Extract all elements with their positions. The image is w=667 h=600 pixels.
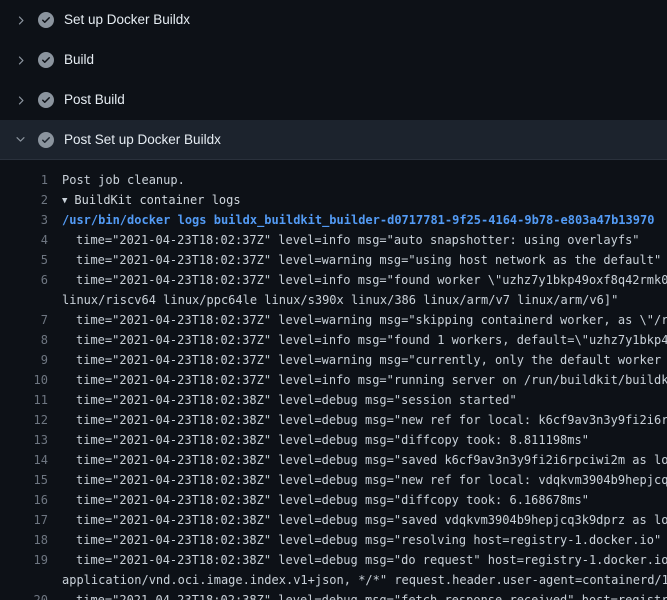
line-number: [0, 290, 48, 310]
check-circle-icon: [38, 92, 54, 108]
log-row: 12 time="2021-04-23T18:02:38Z" level=debu…: [0, 410, 667, 430]
check-circle-icon: [38, 12, 54, 28]
line-number[interactable]: 17: [0, 510, 48, 530]
log-text: time="2021-04-23T18:02:38Z" level=debug …: [62, 590, 667, 600]
log-text: time="2021-04-23T18:02:38Z" level=debug …: [62, 530, 661, 550]
log-text: time="2021-04-23T18:02:37Z" level=warnin…: [62, 350, 667, 370]
log-row: 18 time="2021-04-23T18:02:38Z" level=debu…: [0, 530, 667, 550]
line-number[interactable]: 6: [0, 270, 48, 290]
log-row: 8 time="2021-04-23T18:02:37Z" level=info …: [0, 330, 667, 350]
log-text: time="2021-04-23T18:02:38Z" level=debug …: [62, 490, 589, 510]
step-header-build[interactable]: Build: [0, 40, 667, 80]
log-row: linux/riscv64 linux/ppc64le linux/s390x …: [0, 290, 667, 310]
log-text: application/vnd.oci.image.index.v1+json,…: [62, 570, 667, 590]
check-circle-icon: [38, 132, 54, 148]
group-label: BuildKit container logs: [74, 193, 240, 207]
log-row: 10 time="2021-04-23T18:02:37Z" level=info…: [0, 370, 667, 390]
log-row: 16 time="2021-04-23T18:02:38Z" level=debu…: [0, 490, 667, 510]
log-group-row: 2 ▼ BuildKit container logs: [0, 190, 667, 210]
log-row: 7 time="2021-04-23T18:02:37Z" level=warni…: [0, 310, 667, 330]
log-text: Post job cleanup.: [62, 170, 185, 190]
log-text: time="2021-04-23T18:02:38Z" level=debug …: [62, 510, 667, 530]
line-number[interactable]: 18: [0, 530, 48, 550]
chevron-right-icon: [12, 52, 28, 68]
line-number[interactable]: 3: [0, 210, 48, 230]
log-text: time="2021-04-23T18:02:38Z" level=debug …: [62, 470, 667, 490]
step-label: Post Set up Docker Buildx: [64, 130, 221, 150]
log-text: time="2021-04-23T18:02:38Z" level=debug …: [62, 430, 589, 450]
line-number[interactable]: 8: [0, 330, 48, 350]
log-row: 1 Post job cleanup.: [0, 170, 667, 190]
step-header-set-up-docker-buildx[interactable]: Set up Docker Buildx: [0, 0, 667, 40]
line-number[interactable]: 1: [0, 170, 48, 190]
command-text: /usr/bin/docker logs buildx_buildkit_bui…: [62, 210, 654, 230]
line-number[interactable]: 4: [0, 230, 48, 250]
log-row: 14 time="2021-04-23T18:02:38Z" level=debu…: [0, 450, 667, 470]
log-text: time="2021-04-23T18:02:38Z" level=debug …: [62, 390, 517, 410]
line-number[interactable]: 7: [0, 310, 48, 330]
log-row: 3/usr/bin/docker logs buildx_buildkit_bu…: [0, 210, 667, 230]
step-label: Post Build: [64, 90, 125, 110]
log-text: time="2021-04-23T18:02:37Z" level=info m…: [62, 330, 667, 350]
line-number[interactable]: 19: [0, 550, 48, 570]
line-number: [0, 570, 48, 590]
line-number[interactable]: 10: [0, 370, 48, 390]
log-text: time="2021-04-23T18:02:37Z" level=info m…: [62, 230, 640, 250]
chevron-right-icon: [12, 12, 28, 28]
log-row: 13 time="2021-04-23T18:02:38Z" level=debu…: [0, 430, 667, 450]
line-number[interactable]: 20: [0, 590, 48, 600]
log-row: 11 time="2021-04-23T18:02:38Z" level=debu…: [0, 390, 667, 410]
check-circle-icon: [38, 52, 54, 68]
group-toggle-icon[interactable]: ▼: [62, 191, 67, 210]
log-text: time="2021-04-23T18:02:38Z" level=debug …: [62, 410, 667, 430]
line-number[interactable]: 12: [0, 410, 48, 430]
log-row: 6 time="2021-04-23T18:02:37Z" level=info …: [0, 270, 667, 290]
log-text: time="2021-04-23T18:02:37Z" level=info m…: [62, 370, 667, 390]
log-text: time="2021-04-23T18:02:37Z" level=warnin…: [62, 310, 667, 330]
step-label: Set up Docker Buildx: [64, 10, 190, 30]
log-text: time="2021-04-23T18:02:38Z" level=debug …: [62, 450, 667, 470]
job-steps-list: Set up Docker Buildx Build Post Build Post …: [0, 0, 667, 160]
line-number[interactable]: 14: [0, 450, 48, 470]
log-row: 20 time="2021-04-23T18:02:38Z" level=debu…: [0, 590, 667, 600]
log-text: time="2021-04-23T18:02:37Z" level=info m…: [62, 270, 667, 290]
log-row: 15 time="2021-04-23T18:02:38Z" level=debu…: [0, 470, 667, 490]
log-row: 9 time="2021-04-23T18:02:37Z" level=warni…: [0, 350, 667, 370]
line-number[interactable]: 11: [0, 390, 48, 410]
line-number[interactable]: 13: [0, 430, 48, 450]
log-text: time="2021-04-23T18:02:37Z" level=warnin…: [62, 250, 661, 270]
log-viewer: 1 Post job cleanup. 2 ▼ BuildKit container l…: [0, 160, 667, 600]
log-row: 5 time="2021-04-23T18:02:37Z" level=warni…: [0, 250, 667, 270]
log-row: application/vnd.oci.image.index.v1+json,…: [0, 570, 667, 590]
line-number[interactable]: 2: [0, 190, 48, 210]
log-row: 4 time="2021-04-23T18:02:37Z" level=info …: [0, 230, 667, 250]
chevron-right-icon: [12, 92, 28, 108]
line-number[interactable]: 5: [0, 250, 48, 270]
line-number[interactable]: 15: [0, 470, 48, 490]
log-row: 19 time="2021-04-23T18:02:38Z" level=debu…: [0, 550, 667, 570]
step-label: Build: [64, 50, 94, 70]
log-row: 17 time="2021-04-23T18:02:38Z" level=debu…: [0, 510, 667, 530]
log-text: linux/riscv64 linux/ppc64le linux/s390x …: [62, 290, 618, 310]
log-text[interactable]: ▼ BuildKit container logs: [62, 190, 241, 210]
line-number[interactable]: 9: [0, 350, 48, 370]
log-text: time="2021-04-23T18:02:38Z" level=debug …: [62, 550, 667, 570]
step-header-post-build[interactable]: Post Build: [0, 80, 667, 120]
step-header-post-set-up-docker-buildx[interactable]: Post Set up Docker Buildx: [0, 120, 667, 160]
line-number[interactable]: 16: [0, 490, 48, 510]
chevron-down-icon: [12, 132, 28, 148]
